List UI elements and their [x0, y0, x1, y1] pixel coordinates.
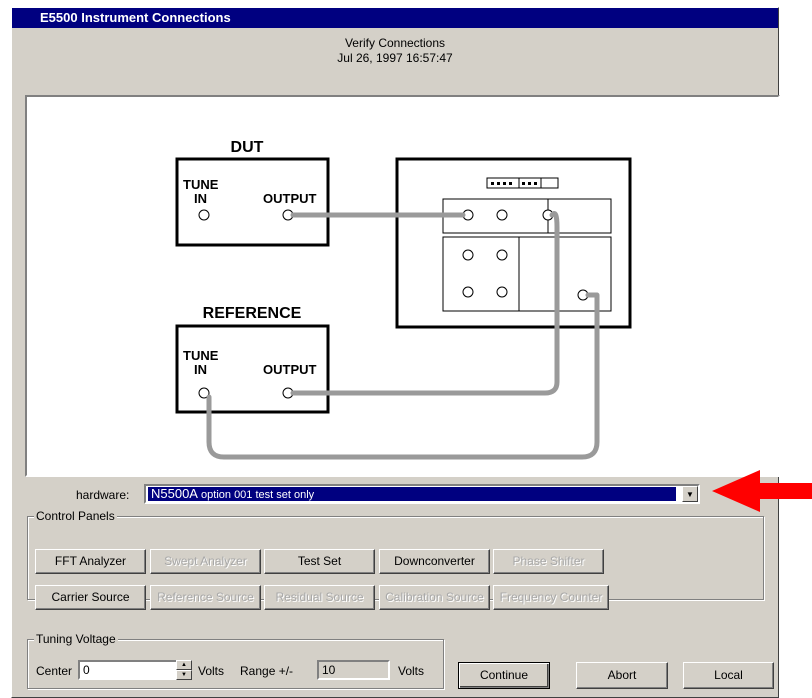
header-title: Verify Connections: [344, 36, 446, 50]
test-set-button[interactable]: Test Set: [264, 549, 375, 574]
center-voltage-input[interactable]: 0: [78, 660, 178, 680]
center-voltage-spinner[interactable]: ▲ ▼: [176, 660, 192, 680]
swept-analyzer-button[interactable]: Swept Analyzer: [150, 549, 261, 574]
panel-bottom-left: [442, 236, 520, 312]
chevron-down-icon[interactable]: ▼: [682, 486, 698, 502]
reference-source-button[interactable]: Reference Source: [150, 585, 261, 610]
calibration-source-button[interactable]: Calibration Source: [379, 585, 490, 610]
header-timestamp: Jul 26, 1997 16:57:47: [337, 51, 453, 65]
dut-tune-label: TUNE: [183, 177, 219, 192]
control-panels-title: Control Panels: [34, 509, 117, 523]
local-button[interactable]: Local: [683, 662, 774, 689]
range-label: Range +/-: [240, 664, 294, 678]
fft-analyzer-button[interactable]: FFT Analyzer: [35, 549, 146, 574]
dut-in-label: IN: [194, 191, 207, 206]
carrier-source-button[interactable]: Carrier Source: [35, 585, 146, 610]
center-label: Center: [36, 664, 73, 678]
ref-in-label: IN: [194, 362, 207, 377]
abort-button[interactable]: Abort: [576, 662, 668, 689]
residual-source-button[interactable]: Residual Source: [264, 585, 375, 610]
hardware-model: N5500A: [151, 486, 198, 501]
downconverter-button[interactable]: Downconverter: [379, 549, 490, 574]
spin-down-icon[interactable]: ▼: [176, 670, 192, 680]
hardware-option: option 001 test set only: [197, 489, 315, 501]
hardware-selected-value: N5500A option 001 test set only: [148, 487, 676, 501]
phase-shifter-button[interactable]: Phase Shifter: [493, 549, 604, 574]
continue-button[interactable]: Continue: [458, 662, 550, 689]
spin-up-icon[interactable]: ▲: [176, 660, 192, 670]
red-arrow-icon: [712, 470, 812, 512]
ref-tune-label: TUNE: [183, 348, 219, 363]
hardware-label: hardware:: [76, 488, 130, 502]
range-voltage-field: 10: [317, 660, 390, 680]
window-title: E5500 Instrument Connections: [12, 8, 778, 28]
range-volts-label: Volts: [398, 664, 425, 678]
dut-tune-in-connector: [198, 209, 210, 221]
connection-diagram: DUT TUNE IN OUTPUT REFERENCE TUNE IN OUT…: [25, 95, 780, 477]
frequency-counter-button[interactable]: Frequency Counter: [493, 585, 609, 610]
tuning-voltage-title: Tuning Voltage: [34, 632, 118, 646]
center-volts-label: Volts: [198, 664, 225, 678]
reference-label: REFERENCE: [203, 305, 302, 322]
dut-label: DUT: [231, 139, 264, 156]
dut-output-label: OUTPUT: [263, 191, 317, 206]
ref-output-label: OUTPUT: [263, 362, 317, 377]
instrument-connections-window: E5500 Instrument Connections Verify Conn…: [11, 7, 780, 698]
hardware-select[interactable]: N5500A option 001 test set only ▼: [144, 484, 700, 504]
